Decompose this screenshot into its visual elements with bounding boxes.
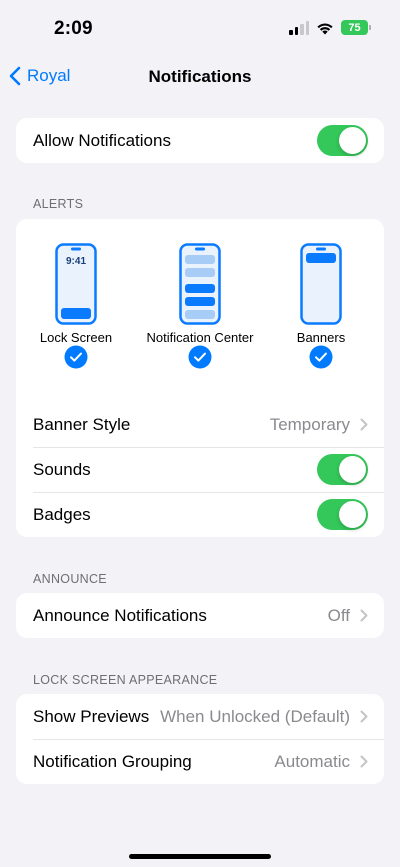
announce-notifications-value: Off <box>327 605 350 625</box>
badges-toggle[interactable] <box>317 499 368 530</box>
alert-style-previews: 9:41 Lock Screen Notification Center Ban… <box>16 219 384 402</box>
battery-icon: 75 <box>341 20 371 35</box>
cellular-signal-icon <box>289 20 309 35</box>
lock-screen-option[interactable]: 9:41 Lock Screen <box>16 243 141 369</box>
notification-grouping-label: Notification Grouping <box>33 751 192 771</box>
chevron-right-icon <box>360 609 368 622</box>
banners-label: Banners <box>296 330 346 345</box>
notification-center-label: Notification Center <box>146 330 254 345</box>
allow-notifications-group: Allow Notifications <box>16 118 384 163</box>
lock-screen-appearance-group: Show Previews When Unlocked (Default) No… <box>16 694 384 784</box>
show-previews-row[interactable]: Show Previews When Unlocked (Default) <box>16 694 384 739</box>
status-time: 2:09 <box>54 18 93 39</box>
lock-screen-checkmark-icon[interactable] <box>64 345 88 369</box>
lock-screen-time: 9:41 <box>66 256 86 267</box>
chevron-right-icon <box>360 710 368 723</box>
banner-style-row[interactable]: Banner Style Temporary <box>16 402 384 447</box>
show-previews-value: When Unlocked (Default) <box>160 706 350 726</box>
alerts-group: 9:41 Lock Screen Notification Center Ban… <box>16 219 384 537</box>
lock-screen-appearance-section-header: LOCK SCREEN APPEARANCE <box>33 673 218 687</box>
alerts-section-header: ALERTS <box>33 197 84 211</box>
banners-checkmark-icon[interactable] <box>309 345 333 369</box>
announce-notifications-row[interactable]: Announce Notifications Off <box>16 593 384 638</box>
announce-section-header: ANNOUNCE <box>33 572 107 586</box>
banners-phone-icon <box>300 243 342 325</box>
chevron-right-icon <box>360 418 368 431</box>
wifi-icon <box>317 23 333 34</box>
allow-notifications-toggle[interactable] <box>317 125 368 156</box>
banner-style-value: Temporary <box>269 414 350 434</box>
battery-level: 75 <box>348 21 361 34</box>
sounds-row: Sounds <box>16 447 384 492</box>
notification-center-option[interactable]: Notification Center <box>135 243 265 369</box>
page-title: Notifications <box>148 67 252 86</box>
status-icons: 75 <box>289 20 371 35</box>
badges-label: Badges <box>33 504 91 524</box>
chevron-right-icon <box>360 755 368 768</box>
sounds-toggle[interactable] <box>317 454 368 485</box>
notification-grouping-row[interactable]: Notification Grouping Automatic <box>16 739 384 784</box>
announce-group: Announce Notifications Off <box>16 593 384 638</box>
home-indicator[interactable] <box>129 854 271 859</box>
badges-row: Badges <box>16 492 384 537</box>
show-previews-label: Show Previews <box>33 706 150 726</box>
lock-screen-phone-icon: 9:41 <box>55 243 97 325</box>
banner-style-label: Banner Style <box>33 414 131 434</box>
notification-center-phone-icon <box>179 243 221 325</box>
lock-screen-label: Lock Screen <box>39 330 113 345</box>
sounds-label: Sounds <box>33 459 91 479</box>
status-bar: 2:09 75 <box>0 0 400 56</box>
navigation-bar: Royal Notifications <box>0 56 400 100</box>
announce-notifications-label: Announce Notifications <box>33 605 207 625</box>
banners-option[interactable]: Banners <box>256 243 384 369</box>
notification-center-checkmark-icon[interactable] <box>188 345 212 369</box>
allow-notifications-label: Allow Notifications <box>33 130 171 150</box>
notification-grouping-value: Automatic <box>274 751 350 771</box>
allow-notifications-row: Allow Notifications <box>16 118 384 163</box>
